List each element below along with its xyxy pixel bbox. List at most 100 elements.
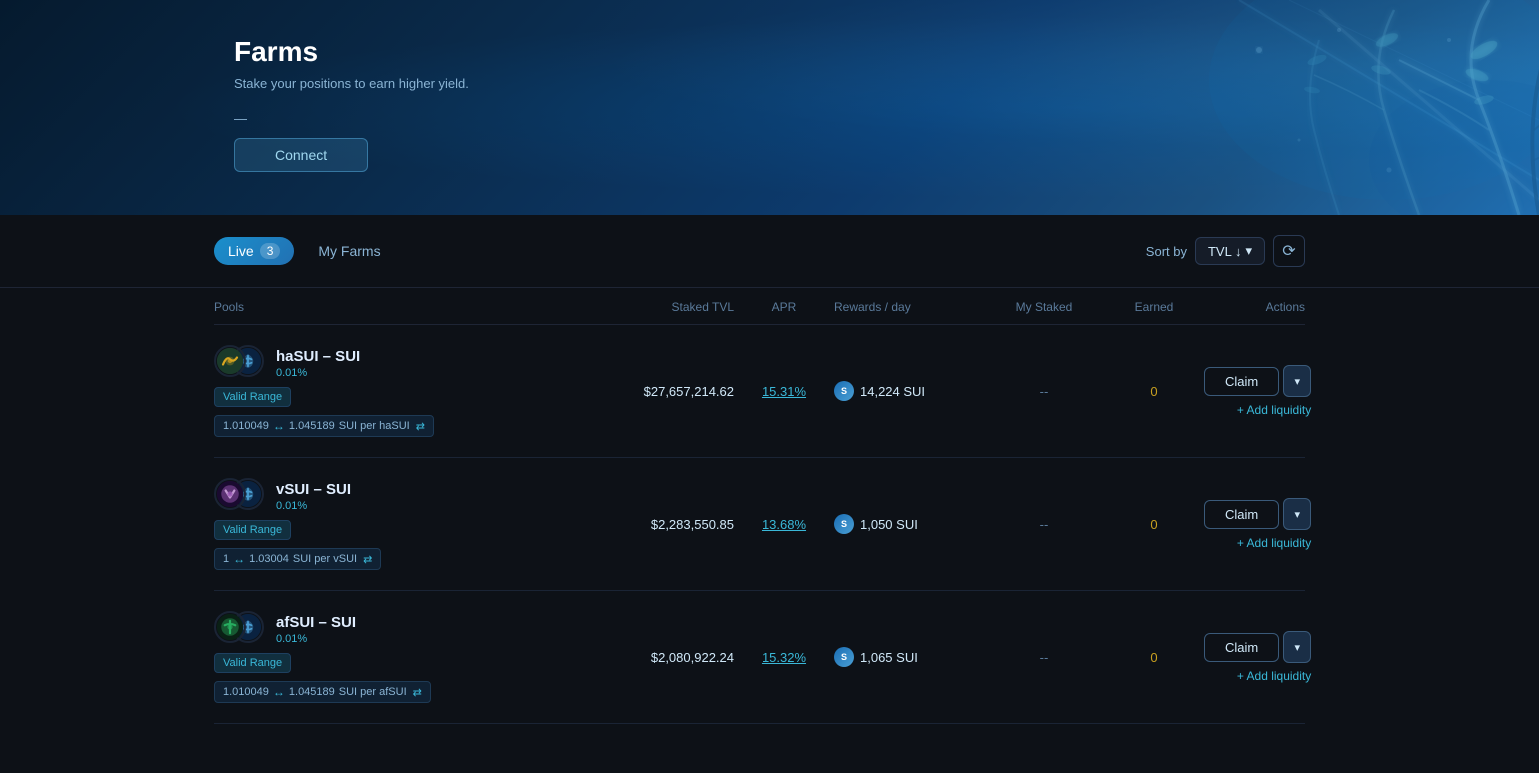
page-title: Farms: [234, 36, 1539, 68]
th-earned: Earned: [1104, 300, 1204, 314]
range-arrow-icon: ↔: [233, 552, 245, 566]
hero-dashes: —: [234, 111, 1539, 126]
main-content: Live 3 My Farms Sort by TVL ↓ ▾ ⟳ Pools …: [0, 215, 1539, 764]
table-row: afSUI – SUI 0.01% Valid Range 1.010049 ↔…: [214, 591, 1305, 724]
range-values: 1.010049 ↔ 1.045189 SUI per afSUI ⇄: [214, 681, 431, 703]
token-icons: [214, 345, 266, 381]
th-actions: Actions: [1204, 300, 1305, 314]
range-unit: SUI per vSUI: [293, 553, 357, 565]
table-row: vSUI – SUI 0.01% Valid Range 1 ↔ 1.03004…: [214, 458, 1305, 591]
my-staked-cell: --: [984, 650, 1104, 665]
table-container: Pools Staked TVL APR Rewards / day My St…: [0, 288, 1539, 724]
pool-name: vSUI – SUI: [276, 481, 351, 498]
valid-range-badge: Valid Range: [214, 520, 291, 540]
staked-tvl-cell: $2,283,550.85: [594, 517, 734, 532]
hero-section: Farms Stake your positions to earn highe…: [0, 0, 1539, 215]
sort-chevron-icon: ▾: [1245, 243, 1252, 259]
token-icons: [214, 611, 266, 647]
tab-my-farms[interactable]: My Farms: [318, 237, 380, 265]
rewards-cell: S 14,224 SUI: [834, 381, 984, 401]
token-icon-1: [214, 345, 246, 377]
pool-name-section: haSUI – SUI 0.01%: [276, 348, 360, 379]
actions-row: Claim ▾: [1204, 631, 1311, 663]
sort-value: TVL ↓: [1208, 244, 1241, 259]
sort-bar: Sort by TVL ↓ ▾ ⟳: [1146, 235, 1305, 267]
reward-coin-icon: S: [834, 381, 854, 401]
actions-cell: Claim ▾ + Add liquidity: [1204, 631, 1311, 683]
reward-coin-icon: S: [834, 514, 854, 534]
pool-cell: haSUI – SUI 0.01% Valid Range 1.010049 ↔…: [214, 345, 594, 437]
pool-name-section: afSUI – SUI 0.01%: [276, 614, 356, 645]
swap-icon: ⇄: [363, 553, 372, 566]
farm-rows-container: haSUI – SUI 0.01% Valid Range 1.010049 ↔…: [214, 325, 1305, 724]
range-arrow-icon: ↔: [273, 685, 285, 699]
tabs-left: Live 3 My Farms: [214, 237, 381, 265]
range-min: 1: [223, 553, 229, 565]
tab-live-label: Live: [228, 243, 254, 259]
th-rewards-day: Rewards / day: [834, 300, 984, 314]
rewards-amount: 1,065 SUI: [860, 650, 918, 665]
refresh-button[interactable]: ⟳: [1273, 235, 1305, 267]
actions-cell: Claim ▾ + Add liquidity: [1204, 498, 1311, 550]
earned-cell: 0: [1104, 384, 1204, 399]
range-arrow-icon: ↔: [273, 419, 285, 433]
swap-icon: ⇄: [413, 686, 422, 699]
token-icons: [214, 478, 266, 514]
staked-tvl-cell: $2,080,922.24: [594, 650, 734, 665]
pool-fee: 0.01%: [276, 500, 351, 512]
rewards-amount: 14,224 SUI: [860, 384, 925, 399]
valid-range-badge: Valid Range: [214, 653, 291, 673]
range-min: 1.010049: [223, 686, 269, 698]
claim-button[interactable]: Claim: [1204, 367, 1279, 396]
actions-row: Claim ▾: [1204, 498, 1311, 530]
range-unit: SUI per haSUI: [339, 420, 410, 432]
add-liquidity-link[interactable]: + Add liquidity: [1237, 536, 1311, 550]
apr-cell[interactable]: 13.68%: [734, 517, 834, 532]
refresh-icon: ⟳: [1282, 241, 1295, 261]
pool-cell: afSUI – SUI 0.01% Valid Range 1.010049 ↔…: [214, 611, 594, 703]
pool-info: haSUI – SUI 0.01%: [214, 345, 594, 381]
token-icon-1: [214, 611, 246, 643]
pool-info: afSUI – SUI 0.01%: [214, 611, 594, 647]
add-liquidity-link[interactable]: + Add liquidity: [1237, 669, 1311, 683]
apr-cell[interactable]: 15.32%: [734, 650, 834, 665]
pool-cell: vSUI – SUI 0.01% Valid Range 1 ↔ 1.03004…: [214, 478, 594, 570]
my-staked-cell: --: [984, 384, 1104, 399]
claim-button[interactable]: Claim: [1204, 500, 1279, 529]
add-liquidity-link[interactable]: + Add liquidity: [1237, 403, 1311, 417]
earned-cell: 0: [1104, 517, 1204, 532]
dropdown-button[interactable]: ▾: [1283, 631, 1311, 663]
token-icon-1: [214, 478, 246, 510]
range-min: 1.010049: [223, 420, 269, 432]
range-values: 1.010049 ↔ 1.045189 SUI per haSUI ⇄: [214, 415, 434, 437]
sort-select[interactable]: TVL ↓ ▾: [1195, 237, 1265, 265]
range-max: 1.045189: [289, 686, 335, 698]
pool-info: vSUI – SUI 0.01%: [214, 478, 594, 514]
apr-cell[interactable]: 15.31%: [734, 384, 834, 399]
pool-name: afSUI – SUI: [276, 614, 356, 631]
sort-label: Sort by: [1146, 244, 1187, 259]
table-header: Pools Staked TVL APR Rewards / day My St…: [214, 288, 1305, 325]
claim-button[interactable]: Claim: [1204, 633, 1279, 662]
valid-range-badge: Valid Range: [214, 387, 291, 407]
rewards-cell: S 1,050 SUI: [834, 514, 984, 534]
pool-fee: 0.01%: [276, 367, 360, 379]
swap-icon: ⇄: [416, 420, 425, 433]
dropdown-button[interactable]: ▾: [1283, 498, 1311, 530]
rewards-cell: S 1,065 SUI: [834, 647, 984, 667]
hero-content: Farms Stake your positions to earn highe…: [0, 0, 1539, 172]
staked-tvl-cell: $27,657,214.62: [594, 384, 734, 399]
dropdown-button[interactable]: ▾: [1283, 365, 1311, 397]
pool-fee: 0.01%: [276, 633, 356, 645]
earned-cell: 0: [1104, 650, 1204, 665]
range-max: 1.045189: [289, 420, 335, 432]
actions-cell: Claim ▾ + Add liquidity: [1204, 365, 1311, 417]
connect-button[interactable]: Connect: [234, 138, 368, 172]
range-max: 1.03004: [249, 553, 289, 565]
actions-row: Claim ▾: [1204, 365, 1311, 397]
th-my-staked: My Staked: [984, 300, 1104, 314]
range-unit: SUI per afSUI: [339, 686, 407, 698]
my-staked-cell: --: [984, 517, 1104, 532]
reward-coin-icon: S: [834, 647, 854, 667]
tab-live[interactable]: Live 3: [214, 237, 294, 265]
